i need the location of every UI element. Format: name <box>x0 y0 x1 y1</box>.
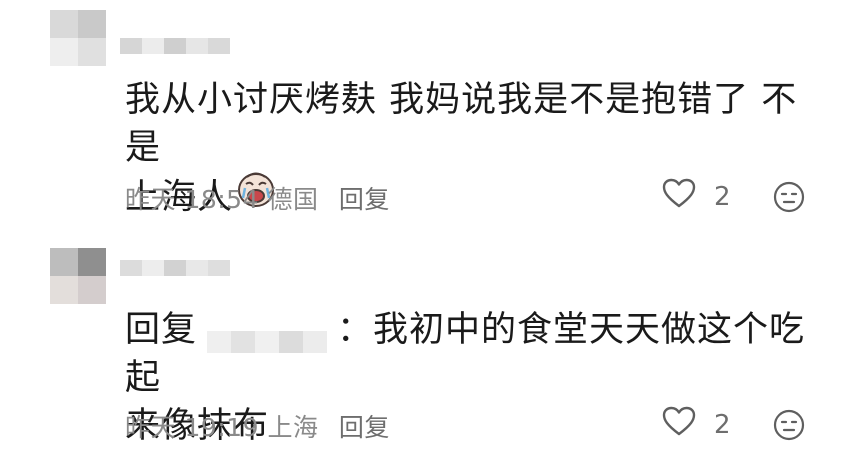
comment-meta: 昨天 19:19 上海 回复 <box>125 408 390 444</box>
like-count: 2 <box>714 181 731 212</box>
comment-location: 上海 <box>267 413 319 442</box>
comment-location: 德国 <box>267 185 319 214</box>
comment-meta: 昨天 18:54 德国 回复 <box>125 180 390 216</box>
avatar[interactable] <box>50 248 106 304</box>
mentioned-user-blurred[interactable] <box>207 318 328 353</box>
dislike-face-icon[interactable] <box>773 181 805 217</box>
like-button[interactable]: 2 <box>662 406 731 443</box>
reply-button[interactable]: 回复 <box>339 413 390 442</box>
comment-time: 昨天 18:54 <box>125 185 259 214</box>
reply-prefix: 回复 <box>125 310 198 350</box>
heart-icon <box>662 406 696 443</box>
like-count: 2 <box>714 409 731 440</box>
username-blurred[interactable] <box>120 260 230 276</box>
username-blurred[interactable] <box>120 38 230 54</box>
comment-item-2: 回复 ：我初中的食堂天天做这个吃起 来像抹布 昨天 19:19 上海 回复 2 <box>0 240 852 470</box>
comment-time: 昨天 19:19 <box>125 413 259 442</box>
reply-button[interactable]: 回复 <box>339 185 390 214</box>
like-button[interactable]: 2 <box>662 178 731 215</box>
avatar[interactable] <box>50 10 106 66</box>
heart-icon <box>662 178 696 215</box>
comment-text-line1: 回复 ：我初中的食堂天天做这个吃起 <box>125 306 825 402</box>
comment-text-line1: 我从小讨厌烤麸 我妈说我是不是抱错了 不是 <box>125 80 798 168</box>
dislike-face-icon[interactable] <box>773 409 805 445</box>
comment-item-1: 我从小讨厌烤麸 我妈说我是不是抱错了 不是 上海人 昨天 18:54 德国 回复 <box>0 0 852 240</box>
